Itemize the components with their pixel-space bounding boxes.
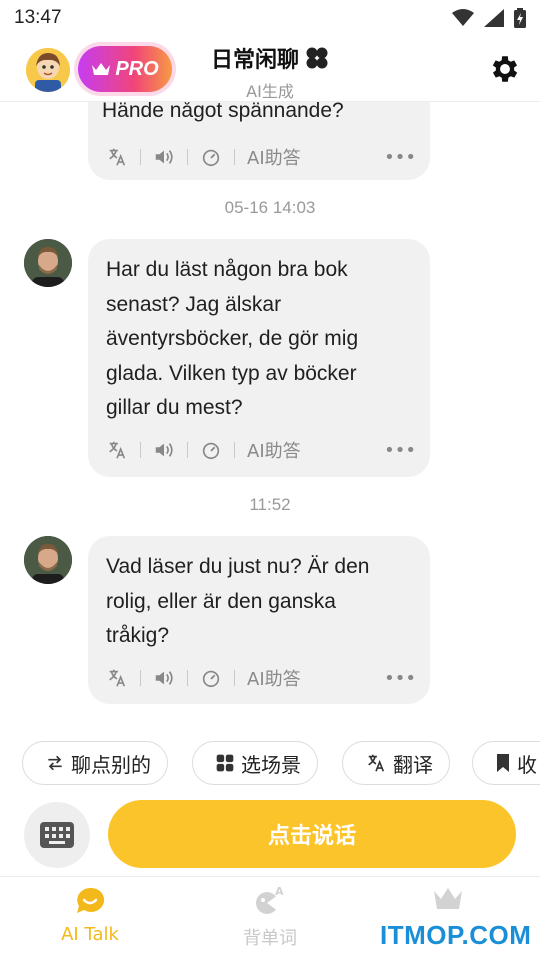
nav-item-premium[interactable]	[388, 885, 508, 920]
message-actions: AI助答 •••	[106, 437, 416, 463]
user-avatar-illustration	[26, 48, 70, 92]
signal-icon	[484, 9, 504, 27]
status-bar: 13:47	[0, 0, 540, 36]
timestamp: 11:52	[249, 495, 291, 514]
quick-action-chips[interactable]: 聊点别的 选场景 翻译 收	[0, 741, 540, 787]
ai-answer-button[interactable]: AI助答	[247, 144, 301, 170]
message-bubble: Har du läst någon bra bok senast? Jag äl…	[88, 239, 430, 477]
chip-translate[interactable]: 翻译	[342, 741, 450, 785]
nav-item-ai-talk[interactable]: AI Talk	[30, 885, 150, 945]
nav-label: 背单词	[243, 928, 297, 949]
message-bubble: Vad läser du just nu? Är den rolig, elle…	[88, 536, 430, 704]
pro-label: PRO	[115, 57, 159, 80]
status-icons	[452, 8, 526, 28]
ai-answer-button[interactable]: AI助答	[247, 437, 301, 463]
speed-gauge-icon[interactable]	[200, 439, 222, 461]
speaker-icon[interactable]	[153, 667, 175, 689]
tap-to-talk-button[interactable]: 点击说话	[108, 800, 516, 868]
bot-avatar[interactable]	[24, 239, 72, 287]
page-title-text: 日常闲聊	[210, 48, 299, 73]
chat-smile-icon	[77, 887, 105, 913]
bookmark-icon	[497, 754, 509, 772]
vocabulary-icon: A	[256, 885, 284, 914]
chip-label: 聊点别的	[71, 752, 151, 777]
chip-choose-scene[interactable]: 选场景	[192, 741, 318, 785]
message-bubble: Hände något spännande? AI助答 •••	[88, 102, 430, 180]
crown-icon	[92, 63, 111, 75]
speed-gauge-icon[interactable]	[200, 146, 222, 168]
chip-change-topic[interactable]: 聊点别的	[22, 741, 168, 785]
more-options-icon[interactable]: •••	[384, 668, 416, 689]
more-options-icon[interactable]: •••	[384, 440, 416, 461]
battery-icon	[514, 8, 526, 28]
title-block: 日常闲聊 AI生成	[190, 42, 350, 102]
chip-bookmark[interactable]: 收	[472, 741, 540, 785]
message-text: Hände något spännande?	[102, 102, 344, 122]
bot-avatar-photo	[24, 536, 72, 584]
crown-icon	[434, 888, 462, 909]
watermark-logo: ITMOP.COM	[380, 920, 532, 950]
message-actions: AI助答 •••	[106, 144, 416, 170]
speaker-icon[interactable]	[153, 439, 175, 461]
translate-icon[interactable]	[106, 439, 128, 461]
swap-icon	[48, 755, 62, 771]
keyboard-icon	[40, 822, 74, 848]
chip-label: 选场景	[241, 752, 301, 777]
pro-badge[interactable]: PRO	[78, 46, 172, 92]
message-text: Har du läst någon bra bok senast? Jag äl…	[106, 258, 359, 419]
chat-header: PRO 日常闲聊 AI生成	[0, 36, 540, 102]
translate-icon[interactable]	[106, 667, 128, 689]
settings-gear-icon[interactable]	[488, 52, 522, 86]
chat-area[interactable]: Hände något spännande? AI助答 ••• 05-16 14…	[0, 102, 540, 728]
wifi-icon	[452, 9, 474, 26]
message-actions: AI助答 •••	[106, 665, 416, 691]
more-options-icon[interactable]: •••	[384, 147, 416, 168]
status-time: 13:47	[14, 7, 62, 28]
bot-avatar[interactable]	[24, 536, 72, 584]
grid-icon	[216, 754, 234, 772]
svg-text:A: A	[275, 885, 284, 898]
translate-icon[interactable]	[106, 146, 128, 168]
page-subtitle: AI生成	[246, 82, 294, 101]
ai-answer-button[interactable]: AI助答	[247, 665, 301, 691]
keyboard-toggle-button[interactable]	[24, 802, 90, 868]
speaker-icon[interactable]	[153, 146, 175, 168]
clover-icon	[306, 47, 328, 69]
timestamp: 05-16 14:03	[224, 198, 316, 217]
nav-item-vocabulary[interactable]: A 背单词	[210, 885, 330, 950]
translate-icon	[368, 754, 385, 772]
chip-label: 翻译	[393, 752, 433, 777]
message-text: Vad läser du just nu? Är den rolig, elle…	[106, 555, 370, 647]
nav-label: AI Talk	[61, 924, 119, 945]
speed-gauge-icon[interactable]	[200, 667, 222, 689]
page-title: 日常闲聊	[211, 42, 329, 74]
bot-avatar-photo	[24, 239, 72, 287]
chip-label: 收	[517, 752, 537, 777]
user-avatar[interactable]	[26, 48, 70, 92]
